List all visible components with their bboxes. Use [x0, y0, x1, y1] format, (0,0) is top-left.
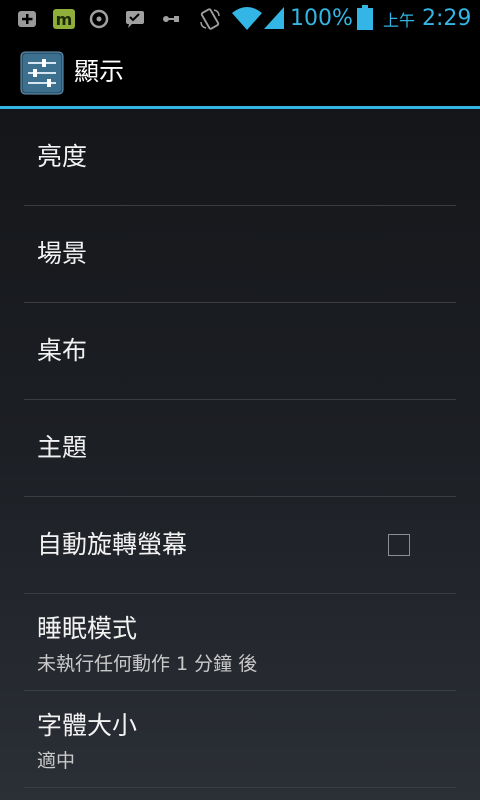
setting-title: 亮度 — [37, 142, 88, 171]
settings-sliders-icon[interactable] — [20, 51, 64, 95]
setting-scene[interactable]: 場景 — [0, 206, 480, 303]
screen: m 100% 上午 2:29 顯示 亮度 場景 桌布 主題 自動旋轉螢幕 睡眠模… — [0, 0, 480, 800]
action-bar: 顯示 — [0, 38, 480, 106]
battery-percent: 100% — [290, 6, 353, 31]
message-icon — [126, 11, 144, 28]
setting-font-size[interactable]: 字體大小 適中 — [0, 691, 480, 788]
sync-icon — [89, 9, 109, 29]
rotate-icon — [200, 8, 220, 30]
setting-wallpaper[interactable]: 桌布 — [0, 303, 480, 400]
usb-icon — [163, 16, 179, 22]
setting-title: 桌布 — [37, 336, 88, 365]
signal-icon — [264, 7, 284, 29]
setting-theme[interactable]: 主題 — [0, 400, 480, 497]
setting-summary: 適中 — [37, 750, 76, 772]
page-title: 顯示 — [74, 57, 125, 86]
notification-plus-icon — [18, 11, 36, 27]
app-m-icon: m — [53, 9, 75, 29]
setting-title: 字體大小 — [37, 711, 138, 740]
wifi-icon — [232, 7, 262, 30]
svg-text:m: m — [56, 10, 73, 29]
setting-sleep[interactable]: 睡眠模式 未執行任何動作 1 分鐘 後 — [0, 594, 480, 691]
setting-summary: 未執行任何動作 1 分鐘 後 — [37, 653, 258, 675]
setting-brightness[interactable]: 亮度 — [0, 109, 480, 206]
setting-title: 場景 — [37, 239, 88, 268]
status-time: 2:29 — [422, 6, 472, 31]
setting-auto-rotate[interactable]: 自動旋轉螢幕 — [0, 497, 480, 594]
setting-title: 自動旋轉螢幕 — [37, 530, 188, 559]
status-ampm: 上午 — [383, 11, 416, 30]
setting-title: 睡眠模式 — [37, 614, 138, 643]
divider — [24, 787, 456, 788]
settings-list: 亮度 場景 桌布 主題 自動旋轉螢幕 睡眠模式 未執行任何動作 1 分鐘 後 字… — [0, 109, 480, 788]
status-bar: m 100% 上午 2:29 — [0, 0, 480, 38]
battery-icon — [357, 5, 373, 30]
auto-rotate-checkbox[interactable] — [388, 534, 410, 556]
setting-title: 主題 — [37, 433, 88, 462]
